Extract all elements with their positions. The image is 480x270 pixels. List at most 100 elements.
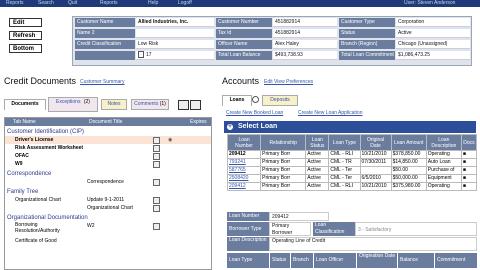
loan-date: 10/21/2010: [359, 150, 392, 159]
doc-row[interactable]: OFAC: [5, 152, 211, 160]
doc-row[interactable]: W9: [5, 160, 211, 168]
summary-label: Total Loan Balance: [216, 51, 272, 60]
select-loan-title: Select Loan: [238, 123, 278, 130]
docs-icon[interactable]: ■: [460, 158, 478, 167]
loan-number[interactable]: 793241: [226, 158, 262, 167]
create-loan-application-link[interactable]: Create New Loan Application: [298, 110, 363, 116]
document-icon[interactable]: [153, 197, 160, 204]
nav-item[interactable]: Help: [148, 0, 158, 7]
doc-name: OFAC: [15, 153, 29, 159]
loan-type: CML - RLI: [328, 150, 361, 159]
loan-amount: $50,000.00: [390, 174, 427, 183]
doc-row[interactable]: Organizational Chart Update 9-1-2011: [5, 196, 211, 204]
summary-value: Corporation: [396, 18, 470, 27]
list-view-icon[interactable]: [190, 100, 201, 110]
loan-relationship: Primary Borr: [260, 166, 307, 175]
loan-number-row: Loan Number 209412: [227, 212, 477, 221]
doc-row[interactable]: Certificate of Good: [5, 237, 211, 245]
doc-category[interactable]: Family Tree: [5, 188, 211, 196]
customer-summary-link[interactable]: Customer Summary: [80, 79, 124, 85]
customer-summary-panel: Customer Name Allied Industries, Inc. Cu…: [72, 16, 472, 66]
loan-description: Auto Loan: [425, 158, 462, 167]
doc-row[interactable]: Borrowing Resolution/Authority W2: [5, 222, 211, 236]
refresh-button[interactable]: Refresh: [9, 31, 42, 40]
nav-item[interactable]: Search: [38, 0, 54, 7]
tab-notes[interactable]: Notes: [101, 99, 127, 110]
tab-deposits[interactable]: Deposits: [262, 95, 298, 106]
doc-row[interactable]: Risk Assessment Worksheet: [5, 144, 211, 152]
docs-icon[interactable]: ■: [460, 174, 478, 183]
summary-label: Name 2: [75, 29, 135, 38]
loan-row[interactable]: 209412 Primary Borr Active CML - RLI 10/…: [226, 182, 478, 191]
doc-title: Correspondence: [87, 179, 124, 185]
summary-value: Alex Haley: [273, 40, 337, 49]
view-icon[interactable]: ◉: [168, 136, 172, 144]
tab-exceptions[interactable]: Exceptions (2): [48, 97, 98, 112]
summary-label: Tax Id: [216, 29, 272, 38]
create-booked-loan-link[interactable]: Create New Booked Loan: [226, 110, 283, 116]
col-header: Status: [270, 253, 290, 268]
col-header: Loan Number: [226, 134, 262, 151]
loan-number[interactable]: 209412: [226, 150, 262, 159]
tab-loans[interactable]: Loans: [222, 95, 252, 106]
plus-icon[interactable]: +: [227, 124, 233, 130]
document-icon[interactable]: [153, 223, 160, 230]
col-header: Relationship: [260, 134, 307, 151]
docs-icon[interactable]: ■: [460, 182, 478, 191]
summary-label: Total Loan Commitment: [339, 51, 395, 60]
document-icon[interactable]: [153, 205, 160, 212]
summary-label: Status: [339, 29, 395, 38]
loan-description: Purchase of: [425, 166, 462, 175]
loan-detail-header: Loan Type Status Branch Loan Officer Ori…: [227, 253, 477, 268]
loan-row[interactable]: 209412 Primary Borr Active CML - RLI 10/…: [226, 150, 478, 159]
nav-item[interactable]: Reports: [100, 0, 118, 7]
doc-category[interactable]: Organizational Documentation: [5, 214, 211, 222]
loan-row[interactable]: 2508420 Primary Borr Active CML - Ter 6/…: [226, 174, 478, 183]
tab-exceptions-label: Exceptions: [56, 99, 81, 105]
loan-number[interactable]: 2508420: [226, 174, 262, 183]
summary-value: Active: [396, 29, 470, 38]
loan-status: Active: [305, 182, 330, 191]
loan-number[interactable]: 587765: [226, 166, 262, 175]
loan-row[interactable]: 793241 Primary Borr Active CML - TR 07/3…: [226, 158, 478, 167]
nav-item[interactable]: Reports: [6, 0, 24, 7]
summary-value: Low Risk: [136, 40, 214, 49]
doc-category[interactable]: Customer Identification (CIP): [5, 128, 211, 136]
docs-icon[interactable]: ■: [460, 166, 478, 175]
document-icon[interactable]: [153, 153, 160, 160]
borrower-type-value: Primary Borrower: [269, 222, 311, 236]
edit-view-preferences-link[interactable]: Edit View Preferences: [264, 79, 313, 85]
col-expires: Expires: [190, 119, 207, 125]
document-icon[interactable]: [153, 145, 160, 152]
tab-documents[interactable]: Documents: [4, 99, 46, 110]
loan-date: 6/5/2010: [359, 174, 392, 183]
doc-row[interactable]: Organizational Chart: [5, 204, 211, 212]
document-icon[interactable]: [153, 137, 160, 144]
documents-header: Tab Name Document Title Expires: [5, 118, 211, 126]
col-header: Loan Status: [305, 134, 330, 151]
doc-category[interactable]: Correspondence: [5, 170, 211, 178]
col-header: Loan Type: [227, 253, 269, 268]
document-icon[interactable]: [153, 179, 160, 186]
document-icon[interactable]: [138, 51, 144, 59]
borrower-row: Borrower Type Primary Borrower Loan Clas…: [227, 222, 477, 236]
folder-view-icon[interactable]: [178, 100, 189, 110]
docs-icon[interactable]: ■: [460, 150, 478, 159]
tab-comments[interactable]: Comments (1): [131, 99, 169, 110]
nav-item[interactable]: Quit: [68, 0, 77, 7]
loan-type: CML - TR: [328, 158, 361, 167]
document-icon[interactable]: [153, 161, 160, 168]
doc-row[interactable]: Driver's License ◉: [5, 136, 211, 144]
loan-classification-value: 3 - Satisfactory: [355, 222, 477, 236]
edit-button[interactable]: Edit: [9, 18, 42, 27]
loan-number[interactable]: 209412: [226, 182, 262, 191]
bottom-button[interactable]: Bottom: [9, 44, 42, 53]
loan-row[interactable]: 587765 Primary Borr Active CML - Ter $50…: [226, 166, 478, 175]
loan-amount: $375,980.00: [390, 182, 427, 191]
nav-item[interactable]: Logoff: [178, 0, 192, 7]
loan-date: 07/30/2011: [359, 158, 392, 167]
summary-label: Customer Name: [75, 18, 135, 27]
doc-row[interactable]: Correspondence: [5, 178, 211, 186]
doc-name: Organizational Chart: [15, 197, 61, 203]
summary-value: $1,086,473.25: [396, 51, 470, 60]
